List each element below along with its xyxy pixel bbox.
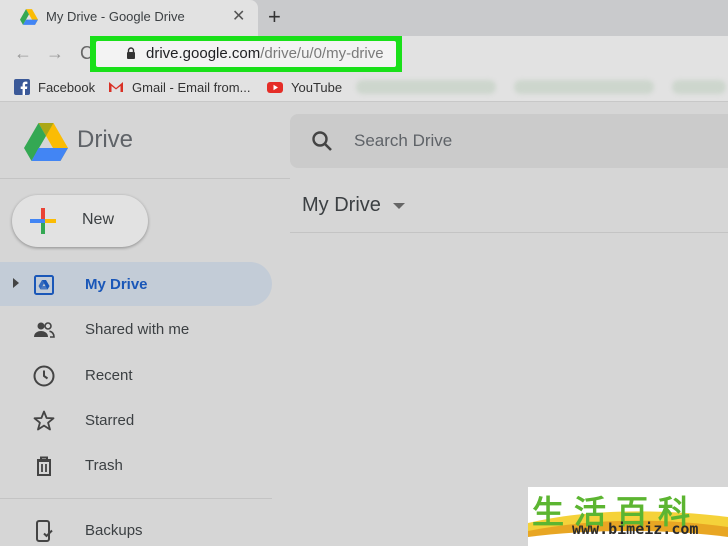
sidebar-item-label: Shared with me [85, 321, 190, 338]
tab-title: My Drive - Google Drive [46, 9, 185, 24]
facebook-icon [14, 79, 30, 95]
sidebar-item-my-drive[interactable]: My Drive [0, 262, 272, 306]
bookmark-facebook[interactable]: Facebook [14, 79, 95, 95]
browser-toolbar: ← → C drive.google.com/drive/u/0/my-driv… [0, 36, 728, 72]
sidebar-item-shared-with-me[interactable]: Shared with me [0, 307, 272, 351]
chevron-down-icon[interactable] [393, 203, 405, 209]
address-bar[interactable]: drive.google.com/drive/u/0/my-drive [96, 41, 396, 67]
divider [290, 232, 728, 233]
star-icon [33, 410, 55, 431]
url-path: /drive/u/0/my-drive [260, 45, 384, 62]
bookmark-label: Gmail - Email from... [132, 80, 251, 95]
watermark: 生活百科 www.bimeiz.com [528, 487, 728, 546]
sidebar: Drive New My Drive Shared with me Recent… [0, 102, 290, 546]
divider [0, 498, 272, 499]
gmail-icon [109, 82, 123, 92]
youtube-icon [267, 82, 283, 93]
url-text: drive.google.com/drive/u/0/my-drive [146, 45, 384, 62]
clock-icon [33, 365, 55, 387]
bookmarks-bar: Facebook Gmail - Email from... YouTube [0, 72, 728, 102]
address-bar-highlight: drive.google.com/drive/u/0/my-drive [90, 36, 402, 72]
plus-icon [30, 208, 56, 234]
sidebar-item-label: Backups [85, 522, 143, 539]
bookmark-gmail[interactable]: Gmail - Email from... [108, 79, 250, 95]
trash-icon [37, 456, 51, 476]
url-host: drive.google.com [146, 45, 261, 62]
expand-caret-icon[interactable] [13, 278, 19, 288]
backup-phone-icon [36, 520, 53, 542]
tab-strip: My Drive - Google Drive ✕ + [0, 0, 728, 36]
sidebar-item-backups[interactable]: Backups [0, 508, 272, 546]
bookmark-label: YouTube [291, 80, 343, 95]
back-button[interactable]: ← [14, 42, 32, 64]
watermark-url: www.bimeiz.com [572, 520, 699, 538]
page-title[interactable]: My Drive [302, 194, 381, 217]
search-icon[interactable] [310, 129, 334, 153]
divider [0, 178, 290, 179]
new-button[interactable]: New [12, 195, 148, 247]
brand-name: Drive [77, 126, 134, 153]
sidebar-item-label: Starred [85, 412, 135, 429]
browser-tab[interactable]: My Drive - Google Drive ✕ [0, 0, 258, 36]
lock-icon [127, 47, 135, 59]
google-drive-icon [20, 9, 38, 25]
new-tab-button[interactable]: + [268, 4, 281, 30]
blurred-bookmark [356, 80, 496, 94]
people-icon [34, 322, 55, 338]
sidebar-item-recent[interactable]: Recent [0, 353, 272, 397]
google-drive-logo-icon [24, 123, 68, 161]
my-drive-icon [34, 275, 54, 295]
sidebar-item-label: My Drive [85, 276, 148, 293]
bookmark-label: Facebook [38, 80, 96, 95]
search-bar[interactable] [290, 114, 728, 168]
bookmark-youtube[interactable]: YouTube [267, 79, 342, 95]
sidebar-item-label: Trash [85, 457, 123, 474]
sidebar-item-trash[interactable]: Trash [0, 443, 272, 487]
sidebar-item-label: Recent [85, 367, 133, 384]
search-input[interactable] [354, 114, 714, 168]
sidebar-item-starred[interactable]: Starred [0, 398, 272, 442]
new-button-label: New [82, 211, 115, 228]
blurred-bookmark [514, 80, 654, 94]
forward-button[interactable]: → [46, 42, 64, 64]
blurred-bookmark [672, 80, 726, 94]
close-tab-icon[interactable]: ✕ [232, 7, 245, 27]
